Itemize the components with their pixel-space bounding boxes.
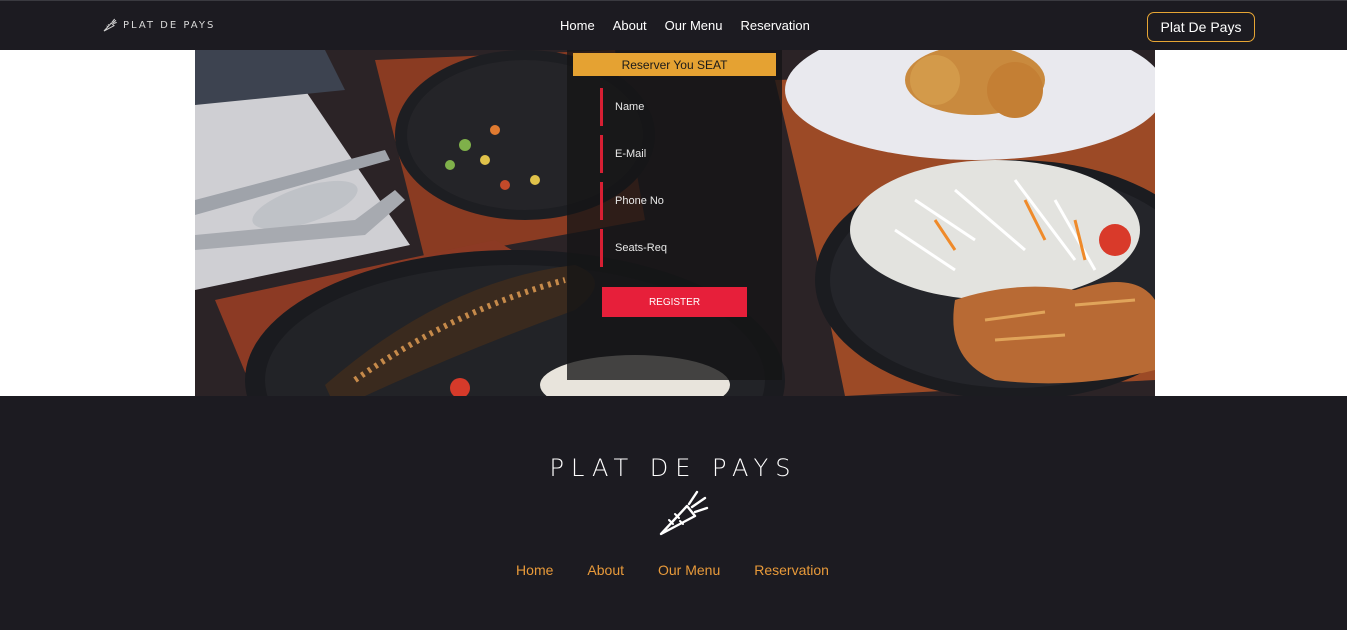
footer: PLAT DE PAYS Home About Our Menu Reserva…	[0, 396, 1347, 630]
reservation-form: Reserver You SEAT REGISTER	[567, 50, 782, 380]
carrot-icon	[103, 18, 117, 32]
carrot-icon	[659, 490, 709, 536]
footer-brand-title: PLAT DE PAYS	[549, 454, 798, 482]
name-input[interactable]	[600, 88, 770, 126]
nav-home[interactable]: Home	[560, 18, 595, 33]
email-input[interactable]	[600, 135, 770, 173]
hero-image: Reserver You SEAT REGISTER	[195, 50, 1155, 396]
footer-our-menu[interactable]: Our Menu	[658, 562, 720, 578]
brand-name: PLAT DE PAYS	[123, 19, 216, 31]
brand-logo[interactable]: PLAT DE PAYS	[102, 17, 215, 33]
footer-reservation[interactable]: Reservation	[754, 562, 829, 578]
nav-links: Home About Our Menu Reservation	[560, 18, 810, 33]
nav-reservation[interactable]: Reservation	[740, 18, 809, 33]
footer-links: Home About Our Menu Reservation	[0, 562, 1347, 578]
phone-input[interactable]	[600, 182, 770, 220]
nav-our-menu[interactable]: Our Menu	[665, 18, 723, 33]
reservation-heading: Reserver You SEAT	[573, 53, 776, 76]
footer-about[interactable]: About	[587, 562, 624, 578]
seats-input[interactable]	[600, 229, 770, 267]
footer-home[interactable]: Home	[516, 562, 553, 578]
nav-about[interactable]: About	[613, 18, 647, 33]
register-button[interactable]: REGISTER	[602, 287, 747, 317]
plat-de-pays-button[interactable]: Plat De Pays	[1147, 12, 1255, 42]
navbar: PLAT DE PAYS Home About Our Menu Reserva…	[0, 0, 1347, 50]
